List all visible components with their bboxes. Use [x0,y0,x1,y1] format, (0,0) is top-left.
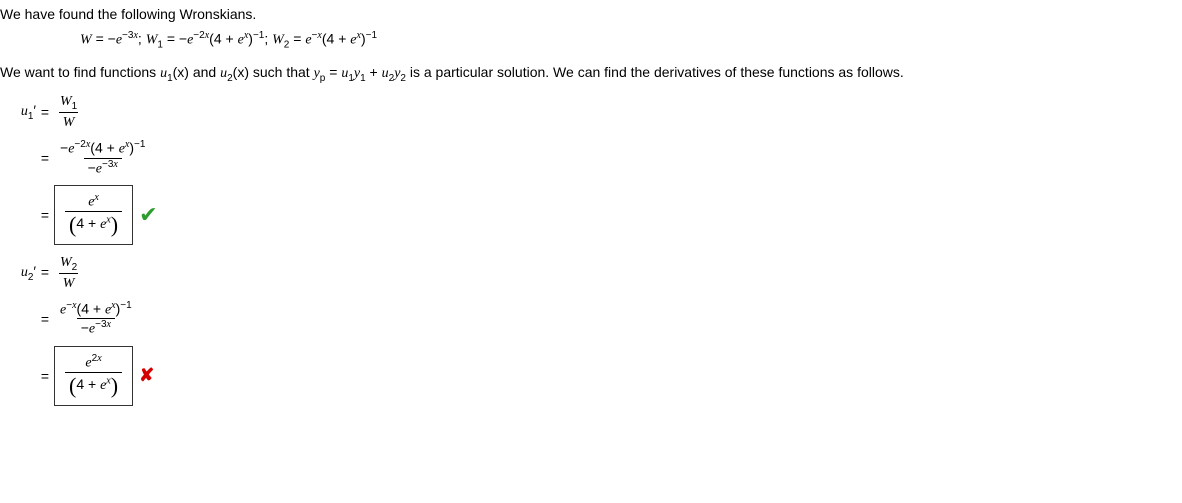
wronskian-display: W = −e−3x; W1 = −e−2x(4 + ex)−1; W2 = e−… [80,30,1182,50]
cross-icon: ✘ [139,365,154,386]
check-icon: ✔ [139,202,157,228]
u2-derivation: u2′ = W2 W = e−x(4 + ex)−1 −e−3x = e2x (… [0,253,1182,406]
intro-text: We have found the following Wronskians. [0,6,1182,22]
u2-answer-box[interactable]: e2x (4 + ex) [54,346,133,406]
u1-answer-box[interactable]: ex (4 + ex) [54,185,133,245]
sentence-2: We want to find functions u1(x) and u2(x… [0,64,1182,84]
u1-derivation: u1′ = W1 W = −e−2x(4 + ex)−1 −e−3x = ex … [0,92,1182,245]
